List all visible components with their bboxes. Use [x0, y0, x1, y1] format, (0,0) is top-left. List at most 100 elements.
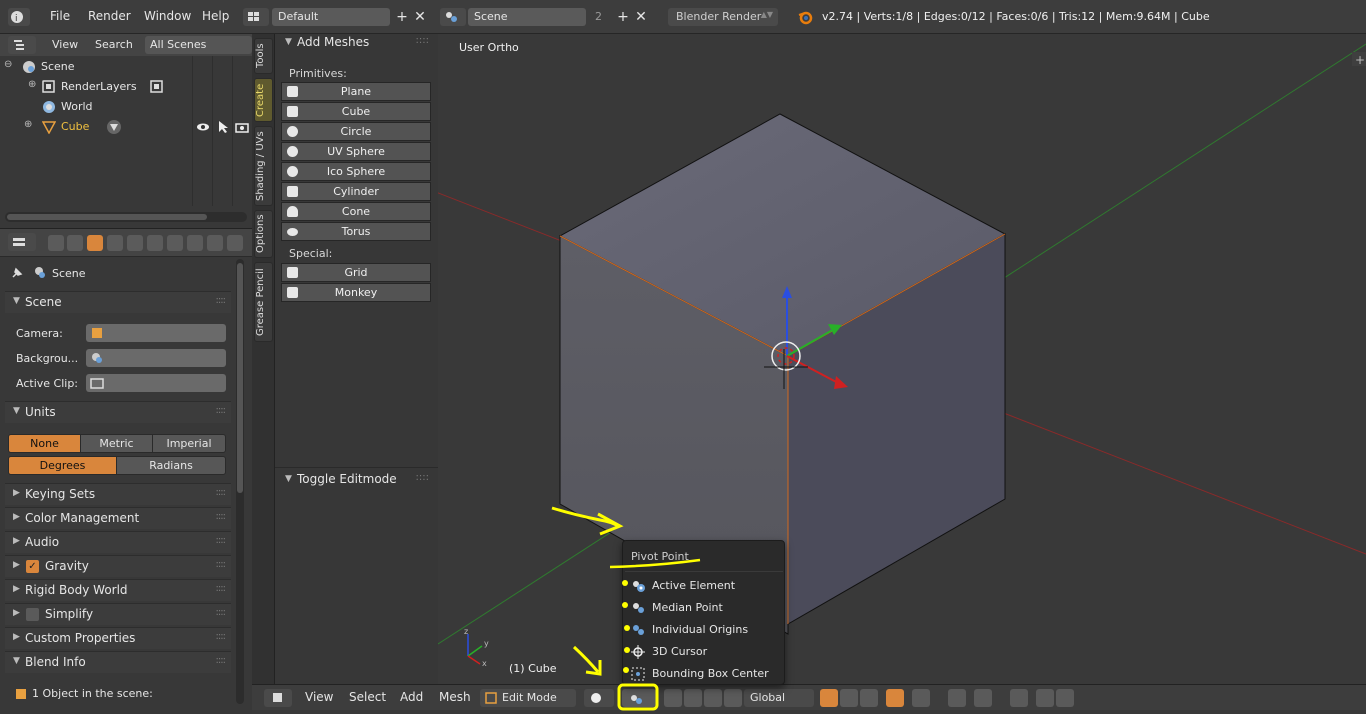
snap-element-icon[interactable] [974, 689, 992, 707]
drag-handle-icon[interactable]: :::: [216, 487, 227, 498]
screen-layout-icon[interactable] [243, 8, 269, 26]
object-tab-icon[interactable] [127, 235, 143, 251]
outliner-display-mode[interactable]: All Scenes [145, 36, 252, 54]
selectable-arrow-icon[interactable] [217, 120, 229, 134]
render-tab-icon[interactable] [48, 235, 64, 251]
background-scene-field[interactable] [86, 349, 226, 367]
unit-metric-button[interactable]: Metric [80, 434, 153, 453]
menu-item-individual-origins[interactable]: Individual Origins [623, 620, 784, 640]
pin-icon[interactable] [10, 266, 24, 280]
add-uv-sphere-button[interactable]: UV Sphere [281, 142, 431, 161]
interaction-mode-dropdown[interactable]: Edit Mode [480, 689, 576, 707]
camera-field[interactable] [86, 324, 226, 342]
panel-custom-properties-header[interactable]: ▶ Custom Properties :::: [5, 627, 231, 649]
panel-add-meshes-header[interactable]: ▼ Add Meshes :::: [277, 34, 435, 54]
world-tab-icon[interactable] [107, 235, 123, 251]
outliner-item-renderlayers[interactable]: ⊕ RenderLayers [0, 77, 252, 97]
layer-1-icon[interactable] [820, 689, 838, 707]
menu-item-median-point[interactable]: Median Point [623, 598, 784, 618]
unit-imperial-button[interactable]: Imperial [152, 434, 226, 453]
outliner-horizontal-scrollbar[interactable] [5, 212, 247, 222]
add-cone-button[interactable]: Cone [281, 202, 431, 221]
texture-tab-icon[interactable] [227, 235, 243, 251]
tab-tools[interactable]: Tools [254, 38, 273, 74]
outliner-editor-icon[interactable] [8, 36, 36, 54]
snap-magnet-icon[interactable] [948, 689, 966, 707]
constraints-tab-icon[interactable] [147, 235, 163, 251]
tab-options[interactable]: Options [254, 210, 273, 258]
select-menu[interactable]: Select [349, 690, 386, 704]
renderlayers-tab-icon[interactable] [67, 235, 83, 251]
layer-2-icon[interactable] [840, 689, 858, 707]
panel-units-header[interactable]: ▼ Units :::: [5, 401, 231, 423]
outliner-item-cube[interactable]: ⊕ Cube [0, 117, 252, 137]
translate-manipulator-icon[interactable] [684, 689, 702, 707]
tab-grease-pencil[interactable]: Grease Pencil [254, 262, 273, 342]
tab-create[interactable]: Create [254, 78, 273, 122]
menu-render[interactable]: Render [88, 9, 131, 23]
mesh-menu[interactable]: Mesh [439, 690, 471, 704]
menu-file[interactable]: File [50, 9, 70, 23]
render-engine-dropdown[interactable]: Blender Render ▲▼ [668, 8, 778, 26]
add-cube-button[interactable]: Cube [281, 102, 431, 121]
viewport-shading-dropdown[interactable] [584, 689, 614, 707]
drag-handle-icon[interactable]: :::: [416, 35, 429, 46]
panel-keying-sets-header[interactable]: ▶ Keying Sets :::: [5, 483, 231, 505]
drag-handle-icon[interactable]: :::: [216, 583, 227, 594]
panel-audio-header[interactable]: ▶ Audio :::: [5, 531, 231, 553]
panel-color-management-header[interactable]: ▶ Color Management :::: [5, 507, 231, 529]
panel-toggle-editmode-header[interactable]: ▼ Toggle Editmode :::: [277, 471, 435, 491]
3d-viewport[interactable]: z y x + User Ortho (1) Cube [438, 34, 1366, 684]
add-torus-button[interactable]: Torus [281, 222, 431, 241]
render-animation-icon[interactable] [1036, 689, 1054, 707]
add-monkey-button[interactable]: Monkey [281, 283, 431, 302]
drag-handle-icon[interactable]: :::: [216, 511, 227, 522]
visibility-eye-icon[interactable] [196, 121, 210, 133]
scene-tab-icon[interactable] [87, 235, 103, 251]
rotate-manipulator-icon[interactable] [704, 689, 722, 707]
collapse-icon[interactable]: ⊖ [4, 59, 12, 70]
transform-orientation-dropdown[interactable]: Global [744, 689, 814, 707]
add-ico-sphere-button[interactable]: Ico Sphere [281, 162, 431, 181]
outliner-item-world[interactable]: World [0, 97, 252, 117]
scale-manipulator-icon[interactable] [724, 689, 742, 707]
simplify-checkbox[interactable] [26, 608, 39, 621]
properties-scrollbar[interactable] [236, 259, 244, 704]
unit-degrees-button[interactable]: Degrees [8, 456, 117, 475]
render-camera-icon[interactable] [235, 120, 249, 134]
modifiers-tab-icon[interactable] [167, 235, 183, 251]
tab-shading-uvs[interactable]: Shading / UVs [254, 126, 273, 206]
add-menu[interactable]: Add [400, 690, 423, 704]
scene-icon[interactable] [440, 8, 466, 26]
screen-layout-field[interactable]: Default [272, 8, 390, 26]
proportional-edit-icon[interactable] [912, 689, 930, 707]
outliner-menu-view[interactable]: View [52, 38, 78, 51]
gravity-checkbox[interactable]: ✓ [26, 560, 39, 573]
add-scene-icon[interactable]: + [614, 8, 632, 26]
drag-handle-icon[interactable]: :::: [216, 535, 227, 546]
info-editor-icon[interactable]: i [8, 8, 30, 26]
panel-gravity-header[interactable]: ▶ ✓ Gravity :::: [5, 555, 231, 577]
menu-item-3d-cursor[interactable]: 3D Cursor [623, 642, 784, 662]
unit-radians-button[interactable]: Radians [116, 456, 226, 475]
drag-handle-icon[interactable]: :::: [216, 607, 227, 618]
drag-handle-icon[interactable]: :::: [216, 295, 227, 306]
add-layout-icon[interactable]: + [393, 8, 411, 26]
editor-type-icon[interactable] [264, 689, 292, 707]
menu-item-active-element[interactable]: Active Element [623, 576, 784, 596]
drag-handle-icon[interactable]: :::: [216, 559, 227, 570]
add-circle-button[interactable]: Circle [281, 122, 431, 141]
add-cylinder-button[interactable]: Cylinder [281, 182, 431, 201]
data-tab-icon[interactable] [187, 235, 203, 251]
vertex-select-icon[interactable] [886, 689, 904, 707]
menu-item-bounding-box-center[interactable]: Bounding Box Center [623, 664, 784, 684]
drag-handle-icon[interactable]: :::: [216, 655, 227, 666]
menu-window[interactable]: Window [144, 9, 191, 23]
close-layout-icon[interactable]: ✕ [411, 8, 429, 26]
layer-3-icon[interactable] [860, 689, 878, 707]
panel-scene-header[interactable]: ▼ Scene :::: [5, 291, 231, 313]
active-clip-field[interactable] [86, 374, 226, 392]
add-plane-button[interactable]: Plane [281, 82, 431, 101]
expand-icon[interactable]: ⊕ [24, 119, 32, 130]
add-grid-button[interactable]: Grid [281, 263, 431, 282]
